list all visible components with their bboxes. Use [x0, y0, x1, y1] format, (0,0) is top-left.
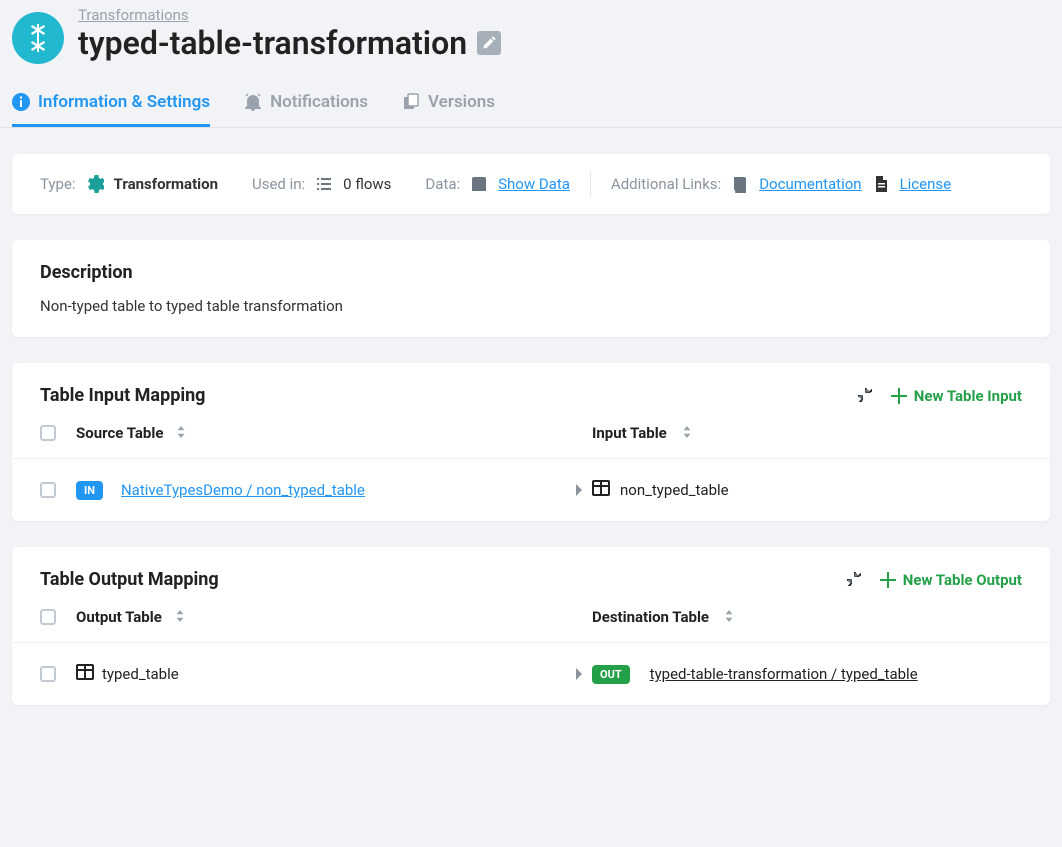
row-checkbox[interactable] — [40, 666, 56, 682]
type-label: Type: — [40, 175, 76, 193]
edit-title-button[interactable] — [477, 31, 501, 55]
output-mapping-row[interactable]: typed_table OUT typed-table-transformati… — [12, 642, 1050, 705]
col-source-table[interactable]: Source Table — [76, 424, 566, 442]
input-mapping-header-row: Source Table Input Table — [40, 418, 1022, 458]
type-value: Transformation — [114, 175, 218, 193]
chevron-right-icon — [566, 667, 592, 681]
add-label: New Table Output — [903, 571, 1022, 589]
sort-icon — [719, 608, 735, 626]
show-data-link[interactable]: Show Data — [498, 175, 570, 193]
page-title-text: typed-table-transformation — [78, 24, 467, 62]
output-mapping-card: Table Output Mapping New Table Output Ou… — [12, 547, 1050, 705]
col-destination-table[interactable]: Destination Table — [592, 608, 1022, 626]
sort-icon — [677, 424, 693, 442]
info-icon — [12, 93, 30, 111]
license-link[interactable]: License — [900, 175, 952, 193]
col-output-table[interactable]: Output Table — [76, 608, 566, 626]
data-label: Data: — [425, 175, 460, 193]
file-icon — [872, 175, 890, 193]
new-table-output-button[interactable]: New Table Output — [879, 571, 1022, 589]
description-text: Non-typed table to typed table transform… — [40, 297, 1022, 315]
tab-label: Information & Settings — [38, 92, 210, 112]
separator — [590, 172, 591, 196]
table-icon — [592, 479, 610, 501]
out-badge: OUT — [592, 665, 630, 684]
tabs-bar: Information & Settings Notifications Ver… — [0, 64, 1062, 128]
select-all-checkbox[interactable] — [40, 609, 56, 625]
add-label: New Table Input — [914, 387, 1022, 405]
documentation-link[interactable]: Documentation — [759, 175, 861, 193]
collapse-icon[interactable] — [856, 386, 872, 406]
tab-label: Versions — [428, 92, 495, 112]
input-mapping-heading: Table Input Mapping — [40, 385, 205, 406]
destination-table-link[interactable]: typed-table-transformation / typed_table — [650, 665, 918, 683]
gear-icon — [86, 175, 104, 193]
breadcrumb-parent[interactable]: Transformations — [78, 6, 501, 24]
tab-label: Notifications — [270, 92, 368, 112]
output-table-name: typed_table — [102, 665, 179, 683]
versions-icon — [402, 93, 420, 111]
input-table-name: non_typed_table — [620, 481, 729, 499]
page-title: typed-table-transformation — [78, 24, 501, 62]
output-mapping-heading: Table Output Mapping — [40, 569, 219, 590]
used-in-label: Used in: — [252, 175, 305, 193]
select-all-checkbox[interactable] — [40, 425, 56, 441]
sort-icon — [170, 608, 186, 626]
input-mapping-card: Table Input Mapping New Table Input Sour… — [12, 363, 1050, 521]
tab-information-settings[interactable]: Information & Settings — [12, 92, 210, 127]
table-icon — [76, 663, 94, 685]
book-icon — [731, 175, 749, 193]
in-badge: IN — [76, 481, 103, 500]
row-checkbox[interactable] — [40, 482, 56, 498]
meta-card: Type: Transformation Used in: 0 flows Da… — [12, 154, 1050, 214]
chevron-right-icon — [566, 483, 592, 497]
collapse-icon[interactable] — [845, 570, 861, 590]
new-table-input-button[interactable]: New Table Input — [890, 387, 1022, 405]
list-icon — [315, 175, 333, 193]
description-heading: Description — [40, 262, 1022, 283]
tab-versions[interactable]: Versions — [402, 92, 495, 127]
snowflake-logo-icon — [12, 12, 64, 64]
source-table-link[interactable]: NativeTypesDemo / non_typed_table — [121, 481, 365, 499]
tab-notifications[interactable]: Notifications — [244, 92, 368, 127]
bell-icon — [244, 93, 262, 111]
plus-icon — [879, 571, 897, 589]
storage-icon — [470, 175, 488, 193]
page-header: Transformations typed-table-transformati… — [0, 0, 1062, 64]
additional-links-label: Additional Links: — [611, 175, 721, 193]
output-mapping-header-row: Output Table Destination Table — [40, 602, 1022, 642]
plus-icon — [890, 387, 908, 405]
description-card: Description Non-typed table to typed tab… — [12, 240, 1050, 337]
input-mapping-row[interactable]: IN NativeTypesDemo / non_typed_table non… — [12, 458, 1050, 521]
sort-icon — [171, 424, 187, 442]
used-in-value: 0 flows — [343, 175, 391, 193]
col-input-table[interactable]: Input Table — [592, 424, 1022, 442]
